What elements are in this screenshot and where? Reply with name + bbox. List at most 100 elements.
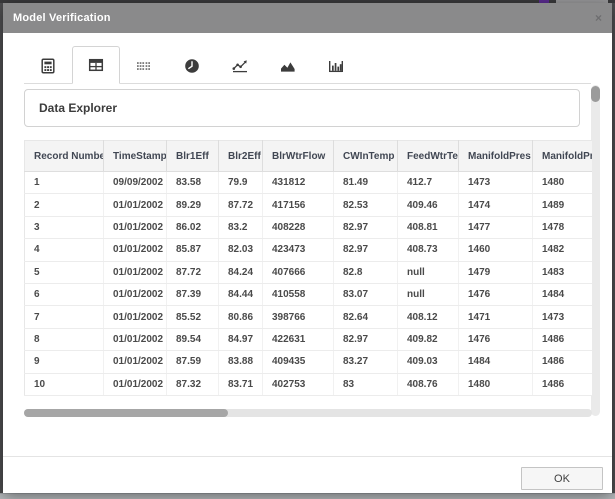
table-cell: 87.59 [166,350,219,374]
table-cell: 01/01/2002 [103,328,167,352]
table-cell: 89.54 [166,328,219,352]
table-cell: 82.03 [218,238,263,262]
table-cell: 423473 [262,238,334,262]
column-header[interactable]: Blr1Eff [166,140,219,172]
column-header[interactable]: ManifoldPres [532,140,592,172]
horizontal-scrollbar-thumb[interactable] [24,409,228,417]
tab-area-chart[interactable] [264,49,312,83]
table-cell: 82.97 [333,216,398,240]
table-cell: 83.07 [333,283,398,307]
table-cell: 83.58 [166,171,219,195]
data-table-container: Record Number TimeStamp Blr1Eff Blr2Eff BlrW… [24,140,592,409]
close-icon[interactable]: × [595,12,602,24]
horizontal-scrollbar[interactable] [24,409,592,417]
column-header[interactable]: Blr2Eff [218,140,263,172]
data-explorer-header[interactable]: Data Explorer [24,89,580,127]
dialog-footer: OK [3,456,612,493]
tab-time-series[interactable] [168,49,216,83]
table-row[interactable]: 6 01/01/2002 87.39 84.44 410558 83.07 null 1476… [24,283,592,307]
table-cell: 01/01/2002 [103,238,167,262]
table-cell: 82.53 [333,193,398,217]
table-row[interactable]: 3 01/01/2002 86.02 83.2 408228 82.97 408.81 147… [24,216,592,240]
table-row[interactable]: 9 01/01/2002 87.59 83.88 409435 83.27 409.03 14… [24,350,592,374]
table-cell: 1484 [458,350,533,374]
table-cell: 1476 [458,283,533,307]
table-cell: 86.02 [166,216,219,240]
vertical-scrollbar[interactable] [591,85,600,416]
table-cell: 408.81 [397,216,459,240]
table-cell: 1486 [532,373,592,396]
tab-bar-chart[interactable] [312,49,360,83]
data-explorer-title: Data Explorer [39,101,118,115]
table-cell: 8 [24,328,104,352]
table-cell: 4 [24,238,104,262]
column-header[interactable]: CWInTemp [333,140,398,172]
table-row[interactable]: 2 01/01/2002 89.29 87.72 417156 82.53 409.46 14… [24,193,592,217]
table-cell: 01/01/2002 [103,350,167,374]
table-cell: 7 [24,305,104,329]
table-row[interactable]: 8 01/01/2002 89.54 84.97 422631 82.97 409.82 14… [24,328,592,352]
column-header[interactable]: TimeStamp [103,140,167,172]
table-cell: 87.32 [166,373,219,396]
area-chart-icon [281,62,295,72]
table-cell: 82.8 [333,261,398,284]
table-cell: 84.97 [218,328,263,352]
table-cell: 01/01/2002 [103,193,167,217]
table-cell: 87.72 [218,193,263,217]
table-cell: 1486 [532,328,592,352]
column-header[interactable]: ManifoldPres [458,140,533,172]
table-cell: 408228 [262,216,334,240]
table-cell: 01/01/2002 [103,283,167,307]
table-row[interactable]: 10 01/01/2002 87.32 83.71 402753 83 408.76 1480… [24,373,592,396]
table-cell: 85.87 [166,238,219,262]
table-cell: 1482 [532,238,592,262]
table-cell: 408.12 [397,305,459,329]
tab-calculator[interactable] [24,49,72,83]
table-cell: 1460 [458,238,533,262]
column-header[interactable]: BlrWtrFlow [262,140,334,172]
dialog-title: Model Verification [13,12,111,24]
table-cell: 83.27 [333,350,398,374]
table-cell: 422631 [262,328,334,352]
table-cell: 79.9 [218,171,263,195]
table-cell: 1474 [458,193,533,217]
table-cell: 10 [24,373,104,396]
table-row[interactable]: 5 01/01/2002 87.72 84.24 407666 82.8 null 1479 1… [24,261,592,284]
table-row[interactable]: 1 09/09/2002 83.58 79.9 431812 81.49 412.7 1473… [24,171,592,195]
table-cell: 3 [24,216,104,240]
table-cell: 82.97 [333,238,398,262]
table-cell: 83.71 [218,373,263,396]
table-cell: 87.72 [166,261,219,284]
table-cell: 1479 [458,261,533,284]
table-cell: 6 [24,283,104,307]
table-cell: 410558 [262,283,334,307]
tab-grid-dots[interactable] [120,49,168,83]
tab-line-chart[interactable] [216,49,264,83]
table-cell: 398766 [262,305,334,329]
vertical-scrollbar-thumb[interactable] [591,86,600,102]
table-cell: 409.03 [397,350,459,374]
tab-strip [24,46,591,84]
ok-button[interactable]: OK [521,467,603,490]
column-header[interactable]: FeedWtrTemp [397,140,459,172]
table-cell: 89.29 [166,193,219,217]
table-cell: 82.97 [333,328,398,352]
table-cell: 09/09/2002 [103,171,167,195]
line-chart-icon [232,60,247,73]
table-cell: 1489 [532,193,592,217]
table-cell: 1473 [458,171,533,195]
table-cell: 431812 [262,171,334,195]
tab-data-table[interactable] [72,46,120,84]
table-cell: 408.73 [397,238,459,262]
table-cell: 1484 [532,283,592,307]
data-table: Record Number TimeStamp Blr1Eff Blr2Eff BlrW… [24,140,592,396]
table-cell: 1476 [458,328,533,352]
table-cell: 417156 [262,193,334,217]
data-table-icon [88,58,104,72]
table-cell: 1486 [532,350,592,374]
column-header[interactable]: Record Number [24,140,104,172]
calculator-icon [41,58,55,74]
table-row[interactable]: 4 01/01/2002 85.87 82.03 423473 82.97 408.73 14… [24,238,592,262]
table-cell: 1471 [458,305,533,329]
table-row[interactable]: 7 01/01/2002 85.52 80.86 398766 82.64 408.12 14… [24,305,592,329]
